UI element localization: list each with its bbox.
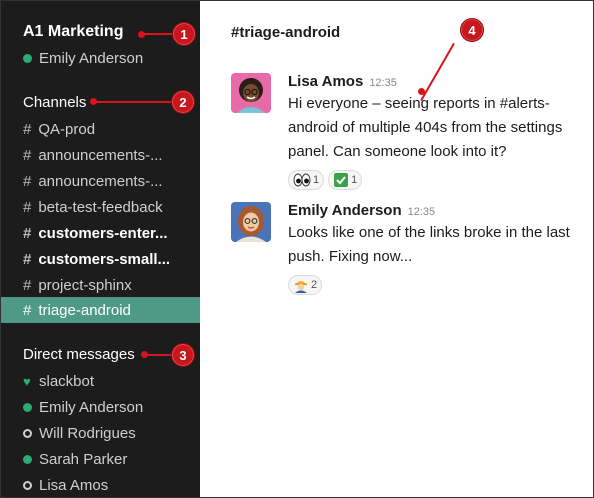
message-header: Emily Anderson 12:35 [288,202,593,219]
avatar[interactable] [231,202,271,242]
workspace-name[interactable]: A1 Marketing [23,23,123,41]
away-status-icon [23,480,32,490]
message-text: Hi everyone – seeing reports in #alerts-… [288,95,563,160]
sidebar-item-triage-android[interactable]: # triage-android [1,297,200,323]
hash-icon: # [23,198,32,216]
sidebar-item-customers-small[interactable]: # customers-small... [1,246,200,272]
message-time[interactable]: 12:35 [408,206,436,218]
current-user-name: Emily Anderson [39,50,144,67]
dm-item-will-rodrigues[interactable]: Will Rodrigues [1,420,200,446]
callout-line [141,33,173,35]
dm-label: slackbot [39,372,95,390]
reaction-count: 1 [351,174,358,186]
sidebar-item-beta-test-feedback[interactable]: # beta-test-feedback [1,194,200,220]
reactions: 2 [288,275,593,295]
dm-item-sarah-parker[interactable]: Sarah Parker [1,446,200,472]
reaction-count: 1 [313,174,320,186]
message-pane: #triage-android Lisa Amos 12:35 Hi every… [200,1,593,497]
sidebar-item-announcements-1[interactable]: # announcements-... [1,142,200,168]
channel-label: announcements-... [38,146,163,164]
dm-item-lisa-amos[interactable]: Lisa Amos [1,472,200,497]
construction-worker-emoji-icon [295,281,307,293]
hash-icon: # [23,276,32,294]
hash-icon: # [23,146,32,164]
channel-label: customers-small... [38,250,171,268]
check-emoji-icon [334,173,349,187]
hash-icon: # [23,250,32,268]
hash-icon: # [23,172,32,190]
sidebar-item-announcements-2[interactable]: # announcements-... [1,168,200,194]
reaction-check[interactable]: 1 [328,170,363,190]
message-author[interactable]: Emily Anderson [288,202,402,219]
channel-label: announcements-... [38,172,163,190]
sidebar: A1 Marketing Emily Anderson Channels # QA… [1,1,200,497]
hash-icon: # [23,301,32,319]
annotation-marker-3: 3 [171,343,195,367]
current-user[interactable]: Emily Anderson [23,50,143,67]
hash-icon: # [23,120,32,138]
dm-section-title[interactable]: Direct messages [23,346,135,363]
dm-label: Emily Anderson [39,398,144,416]
annotation-marker-4: 4 [460,18,484,42]
hash-icon: # [23,224,32,242]
channel-title[interactable]: #triage-android [231,24,340,41]
channel-label: triage-android [38,301,131,319]
heart-icon: ♥ [23,373,31,389]
sidebar-item-project-sphinx[interactable]: # project-sphinx [1,272,200,298]
dm-label: Lisa Amos [39,476,109,494]
message-body: Emily Anderson 12:35 Looks like one of t… [288,202,593,295]
message-header: Lisa Amos 12:35 [288,73,593,90]
message-body: Lisa Amos 12:35 Hi everyone – seeing rep… [288,73,593,190]
reactions: 1 1 [288,170,593,190]
channel-label: project-sphinx [38,276,132,294]
channels-section-title[interactable]: Channels [23,94,86,111]
annotation-marker-1: 1 [172,22,196,46]
reaction-count: 2 [311,279,318,291]
channel-label: customers-enter... [38,224,168,242]
sidebar-item-qa-prod[interactable]: # QA-prod [1,116,200,142]
online-status-icon [23,454,32,464]
online-status-icon [23,54,32,63]
reaction-construction-worker[interactable]: 2 [288,275,323,295]
dm-label: Sarah Parker [39,450,128,468]
annotation-marker-2: 2 [171,90,195,114]
sidebar-item-customers-enterprise[interactable]: # customers-enter... [1,220,200,246]
avatar[interactable] [231,73,271,113]
app-window: A1 Marketing Emily Anderson Channels # QA… [0,0,594,498]
dm-item-slackbot[interactable]: ♥ slackbot [1,368,200,394]
callout-line [93,101,172,103]
dm-label: Will Rodrigues [39,424,136,442]
reaction-eyes[interactable]: 1 [288,170,325,190]
message-author[interactable]: Lisa Amos [288,73,363,90]
dm-item-emily-anderson[interactable]: Emily Anderson [1,394,200,420]
message-text: Looks like one of the links broke in the… [288,224,570,265]
channel-label: beta-test-feedback [38,198,163,216]
callout-line [144,354,172,356]
eyes-emoji-icon [293,173,311,187]
message-time[interactable]: 12:35 [369,77,397,89]
channel-label: QA-prod [38,120,96,138]
away-status-icon [23,428,32,438]
online-status-icon [23,402,32,412]
